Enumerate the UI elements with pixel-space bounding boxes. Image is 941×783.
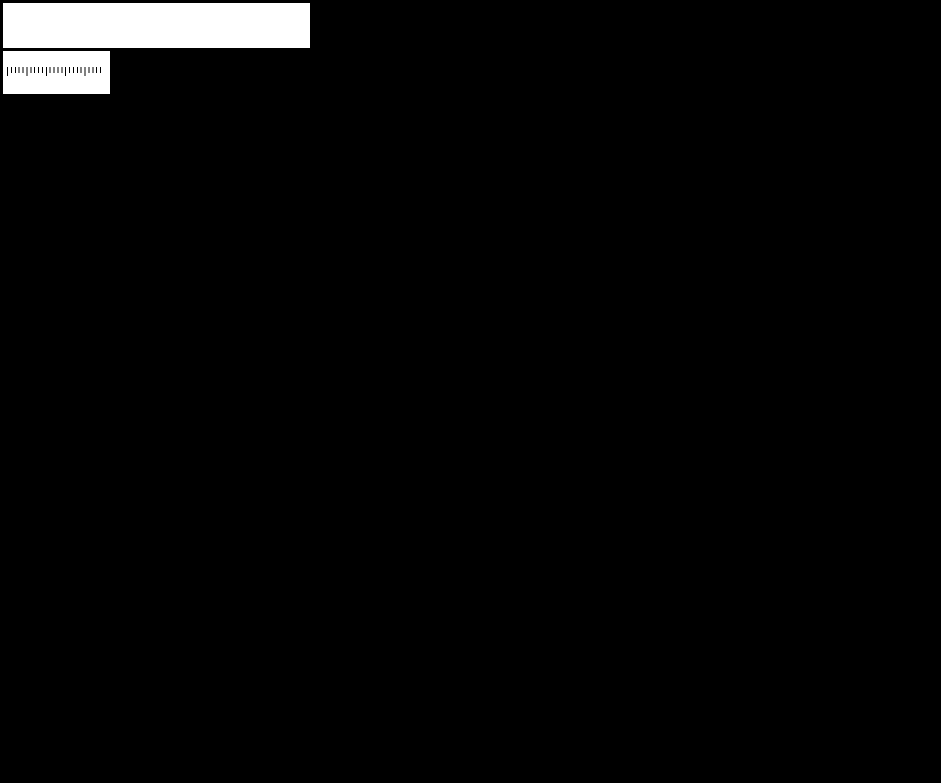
spectrogram-screen (0, 0, 941, 783)
color-scale-legend (3, 51, 110, 94)
waterfall-spectrogram-canvas (3, 3, 818, 780)
frequency-axis-ruler (818, 0, 858, 783)
spectrum-side-panel (858, 0, 941, 783)
colormap-tick-ruler (7, 67, 104, 76)
colormap-gradient-bar (7, 53, 103, 67)
capture-info-box (3, 3, 310, 48)
